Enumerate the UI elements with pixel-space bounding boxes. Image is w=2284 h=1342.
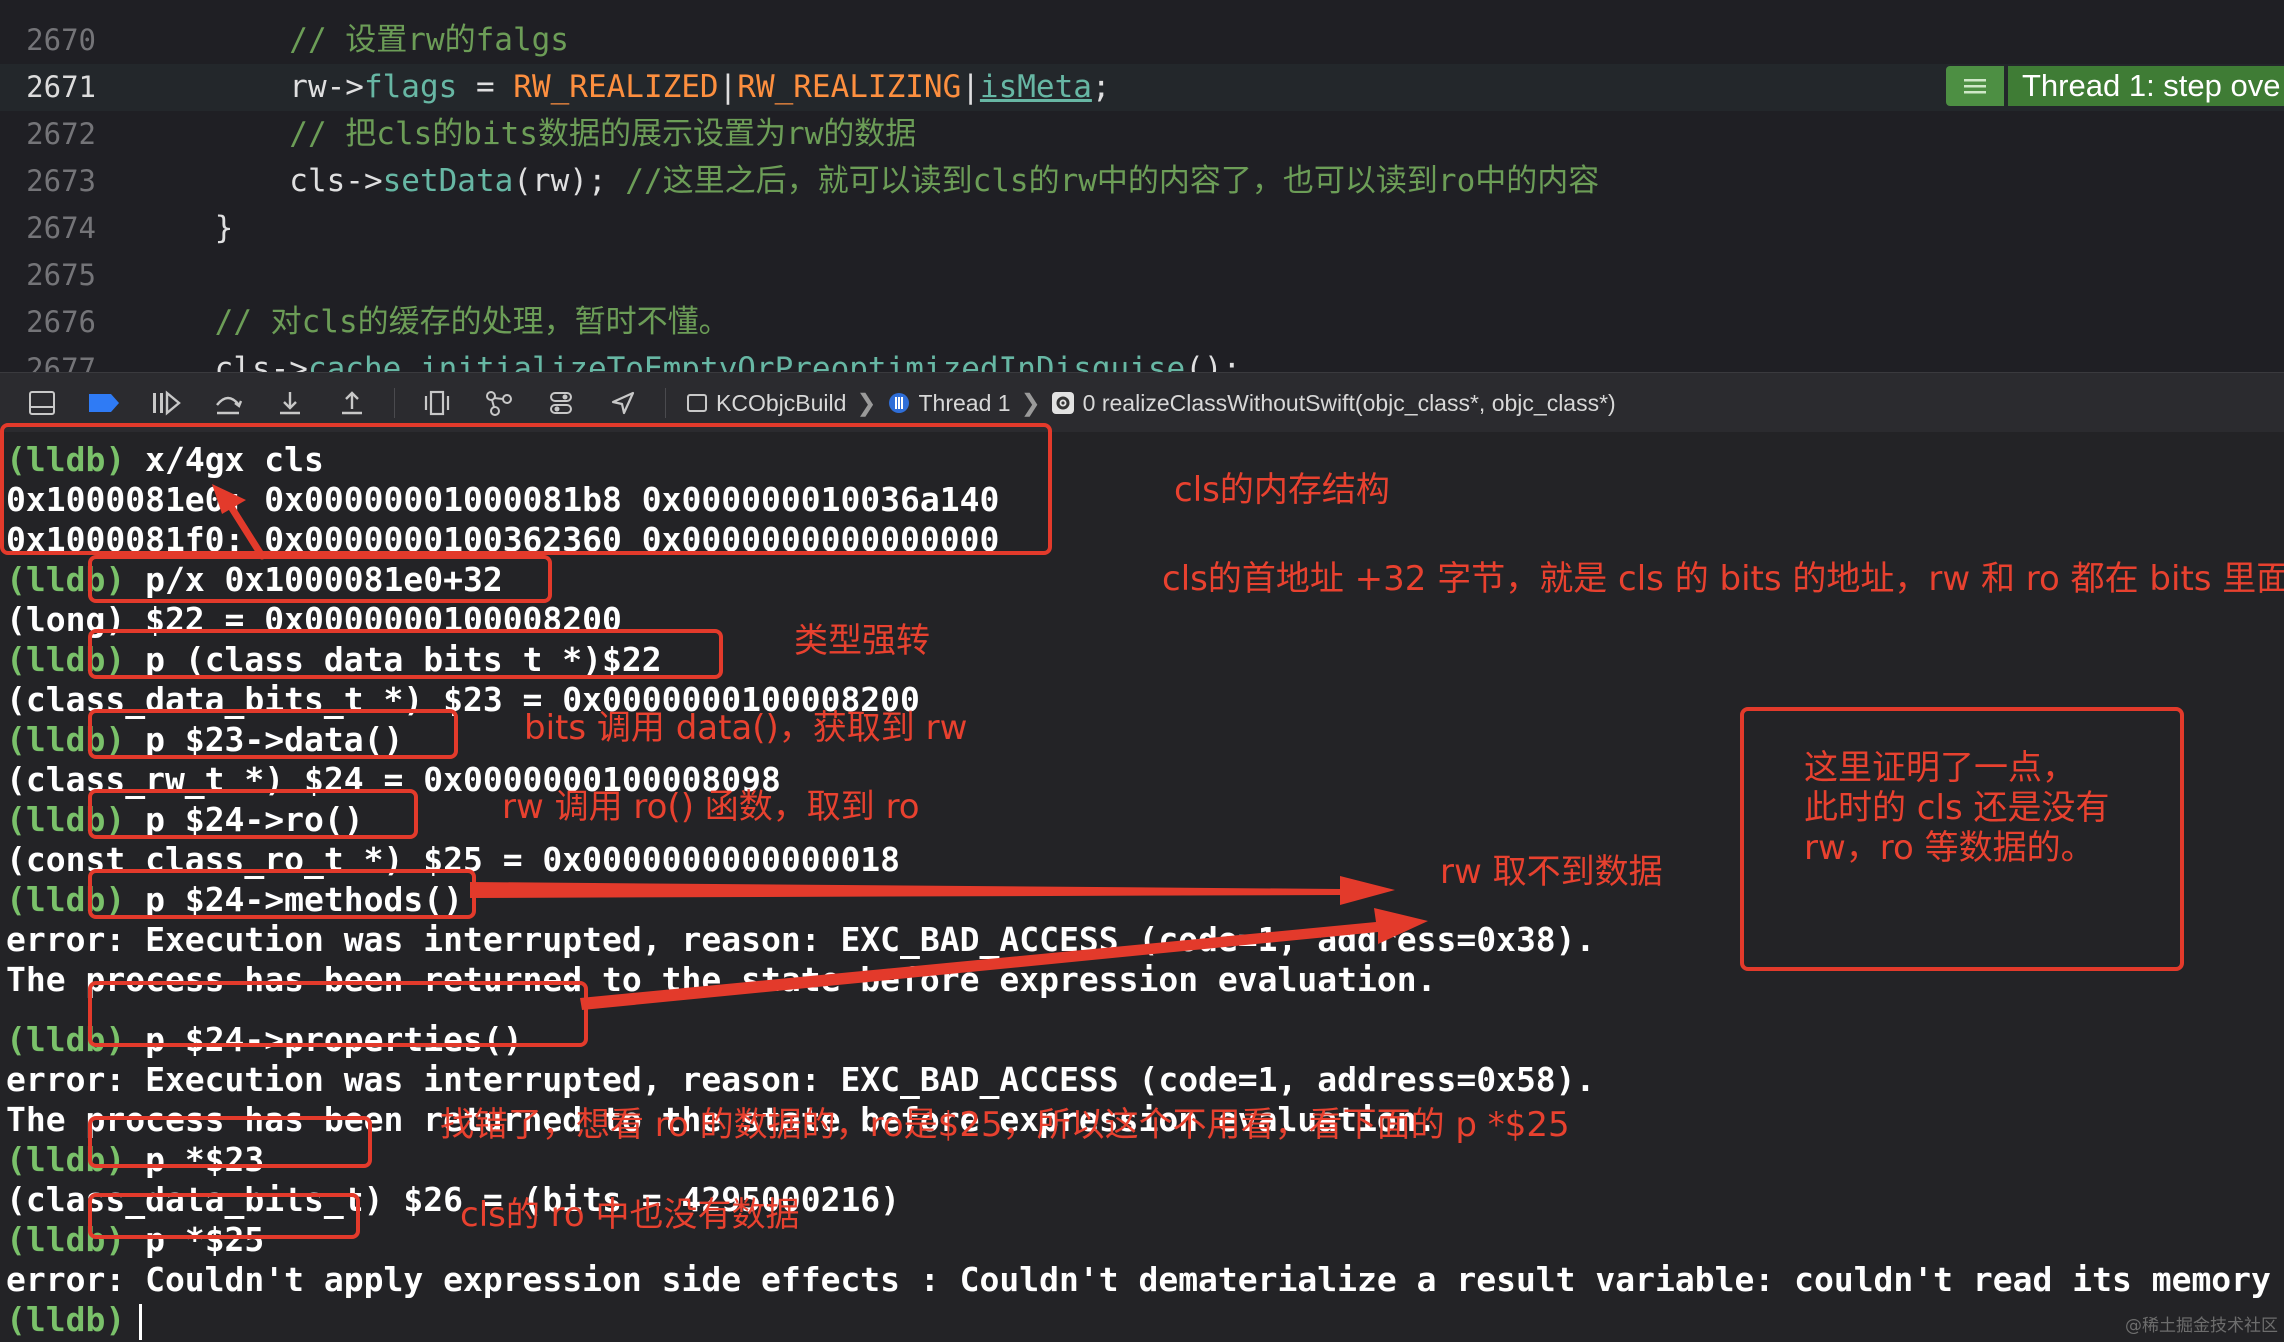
code-token: cache: [307, 351, 402, 372]
annotation-ro-empty: cls的 ro 中也没有数据: [460, 1195, 800, 1235]
frame-gear-icon: [1051, 391, 1075, 415]
breakpoints-toggle-icon[interactable]: [84, 383, 124, 423]
line-number[interactable]: 2672: [0, 111, 96, 158]
code-text[interactable]: rw->flags = RW_REALIZED|RW_REALIZING|isM…: [140, 64, 1111, 111]
code-token: RW_REALIZING: [737, 69, 962, 105]
code-token: // 把cls的bits数据的展示设置为rw的数据: [140, 116, 917, 152]
hide-debug-area-icon[interactable]: [22, 383, 62, 423]
code-editor[interactable]: 2670 // 设置rw的falgs 2671 rw->flags = RW_RE…: [0, 0, 2284, 372]
code-line[interactable]: 2676 // 对cls的缓存的处理，暂时不懂。: [0, 299, 2284, 346]
thread-icon: [887, 391, 911, 415]
code-token: .: [401, 351, 420, 372]
code-token: flags: [363, 69, 458, 105]
line-number[interactable]: 2671: [0, 64, 96, 111]
code-token: // 设置rw的falgs: [140, 22, 569, 58]
highlight-box-p23-command: [88, 1116, 372, 1168]
code-line[interactable]: 2677 cls->cache.initializeToEmptyOrPreop…: [0, 346, 2284, 372]
annotation-bits-address: cls的首地址 +32 字节，就是 cls 的 bits 的地址，rw 和 ro…: [1162, 559, 2284, 599]
text-cursor[interactable]: [139, 1303, 143, 1340]
console-output-line: error: Couldn't apply expression side ef…: [6, 1260, 2271, 1300]
lldb-prompt: (lldb): [6, 1300, 126, 1339]
code-line[interactable]: 2675: [0, 252, 2284, 299]
continue-icon[interactable]: [146, 383, 186, 423]
view-hierarchy-icon[interactable]: [417, 383, 457, 423]
annotation-ro-call: rw 调用 ro() 函数，取到 ro: [502, 787, 920, 827]
line-number[interactable]: 2674: [0, 205, 96, 252]
toolbar-divider: [665, 388, 666, 418]
breadcrumb-separator-icon: ❯: [856, 389, 877, 417]
code-token: isMeta: [979, 69, 1092, 105]
code-token: =: [457, 69, 514, 105]
code-token: (rw);: [513, 163, 626, 199]
code-token: //这里之后，就可以读到cls的rw中的内容了，也可以读到ro中的内容: [625, 163, 1600, 199]
code-token: }: [140, 210, 234, 246]
highlight-box-px-command: [88, 555, 552, 603]
highlight-box-properties-command: [88, 981, 588, 1047]
code-text[interactable]: // 对cls的缓存的处理，暂时不懂。: [140, 299, 730, 346]
code-line[interactable]: 2672 // 把cls的bits数据的展示设置为rw的数据: [0, 111, 2284, 158]
app-icon: [686, 392, 708, 414]
code-text[interactable]: cls->setData(rw); //这里之后，就可以读到cls的rw中的内容…: [140, 158, 1599, 205]
code-token: initializeToEmptyOrPreoptimizedInDisguis…: [419, 351, 1186, 372]
breadcrumb-separator-icon: ❯: [1020, 389, 1041, 417]
annotation-proof: 这里证明了一点， 此时的 cls 还是没有 rw，ro 等数据的。: [1804, 748, 2110, 868]
code-token: |: [718, 69, 738, 105]
watermark: @稀土掘金技术社区: [2125, 1316, 2278, 1336]
console-command-line: (lldb): [6, 1300, 143, 1340]
code-line[interactable]: 2671 rw->flags = RW_REALIZED|RW_REALIZIN…: [0, 64, 2284, 111]
code-line[interactable]: 2673 cls->setData(rw); //这里之后，就可以读到cls的r…: [0, 158, 2284, 205]
step-over-icon[interactable]: [208, 383, 248, 423]
code-token: rw->: [140, 69, 364, 105]
code-token: cls->: [140, 351, 308, 372]
thread-badge-label: Thread 1: step ove: [2008, 66, 2284, 106]
code-token: cls->: [140, 163, 383, 199]
highlight-box-memory-dump: [0, 423, 1052, 555]
console-output-line: error: Execution was interrupted, reason…: [6, 920, 1595, 960]
annotation-wrong-lookup: 找错了，想看 ro 的数据的，ro是$25，所以这个不用看，看下面的 p *$2…: [440, 1105, 1570, 1145]
console-text: error: Couldn't apply expression side ef…: [6, 1260, 2271, 1299]
code-line[interactable]: 2670 // 设置rw的falgs: [0, 17, 2284, 64]
environment-overrides-icon[interactable]: [541, 383, 581, 423]
breadcrumb-item-1[interactable]: Thread 1: [919, 390, 1011, 417]
console-text: error: Execution was interrupted, reason…: [6, 920, 1596, 959]
hamburger-icon[interactable]: [1946, 66, 2004, 106]
line-number[interactable]: 2676: [0, 299, 96, 346]
highlight-box-p25-command: [88, 1193, 360, 1239]
annotation-data-call: bits 调用 data()，获取到 rw: [524, 708, 968, 748]
step-into-icon[interactable]: [270, 383, 310, 423]
highlight-box-ro-command: [88, 789, 418, 839]
annotation-rw-no-data: rw 取不到数据: [1440, 852, 1663, 892]
line-number[interactable]: 2677: [0, 346, 96, 372]
code-token: RW_REALIZED: [513, 69, 719, 105]
line-number[interactable]: 2670: [0, 17, 96, 64]
line-number[interactable]: 2675: [0, 252, 96, 299]
code-token: // 对cls的缓存的处理，暂时不懂。: [140, 304, 730, 340]
highlight-box-cast-command: [88, 629, 723, 679]
console-output-line: error: Execution was interrupted, reason…: [6, 1060, 1595, 1100]
code-text[interactable]: cls->cache.initializeToEmptyOrPreoptimiz…: [140, 346, 1242, 372]
highlight-box-data-command: [88, 709, 458, 759]
code-line[interactable]: 2674 }: [0, 205, 2284, 252]
breadcrumb: KCObjcBuild ❯ Thread 1 ❯ 0 realizeClassWitho…: [676, 389, 1616, 418]
code-token: setData: [382, 163, 514, 199]
annotation-memory-structure: cls的内存结构: [1174, 470, 1390, 510]
memory-graph-icon[interactable]: [479, 383, 519, 423]
breadcrumb-item-0[interactable]: KCObjcBuild: [716, 390, 846, 417]
code-text[interactable]: // 设置rw的falgs: [140, 17, 569, 64]
code-text[interactable]: // 把cls的bits数据的展示设置为rw的数据: [140, 111, 916, 158]
code-token: ();: [1185, 351, 1242, 372]
code-token: ;: [1091, 69, 1111, 105]
breadcrumb-item-2[interactable]: 0 realizeClassWithoutSwift(objc_class*, …: [1083, 390, 1616, 417]
highlight-box-methods-command: [88, 869, 476, 919]
toolbar-divider: [394, 388, 395, 418]
line-number[interactable]: 2673: [0, 158, 96, 205]
console-text: error: Execution was interrupted, reason…: [6, 1060, 1596, 1099]
thread-status-badge[interactable]: Thread 1: step ove: [1946, 66, 2284, 106]
code-text[interactable]: }: [140, 205, 234, 252]
simulate-location-icon[interactable]: [603, 383, 643, 423]
code-token: |: [961, 69, 980, 105]
annotation-type-cast: 类型强转: [794, 621, 930, 661]
step-out-icon[interactable]: [332, 383, 372, 423]
